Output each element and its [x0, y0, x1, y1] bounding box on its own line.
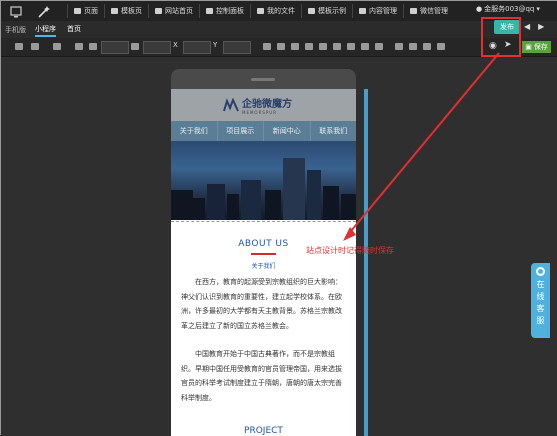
annotation-text: 站点设计时记得随时保存 — [306, 246, 394, 255]
annotation-arrow — [343, 52, 500, 241]
online-service-button[interactable]: 在 线 客 服 — [531, 263, 550, 338]
chat-icon — [536, 267, 545, 276]
